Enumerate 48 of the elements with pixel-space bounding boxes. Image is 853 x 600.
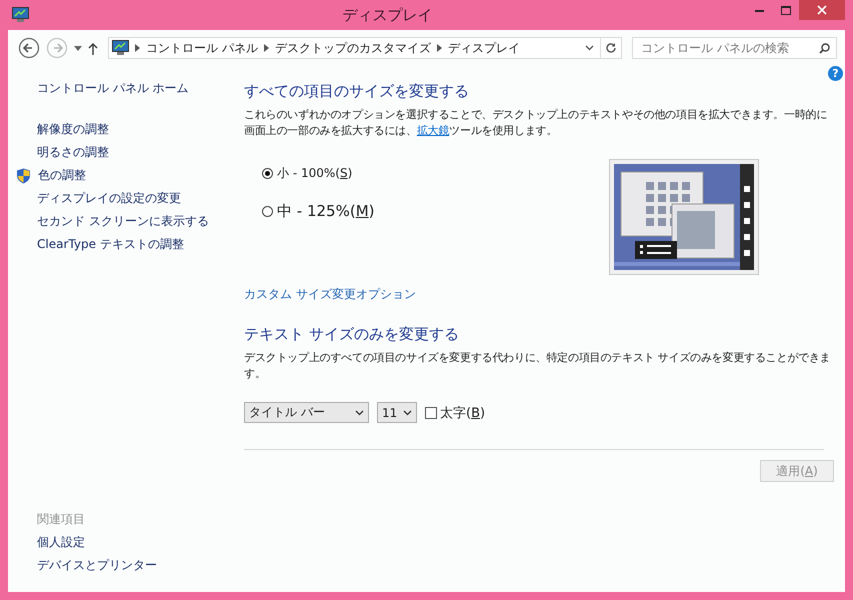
close-icon — [817, 5, 827, 15]
maximize-icon — [780, 6, 790, 14]
address-bar[interactable]: コントロール パネル デスクトップのカスタマイズ ディスプレイ — [108, 37, 622, 59]
custom-size-link[interactable]: カスタム サイズ変更オプション — [244, 286, 416, 303]
radio-button[interactable] — [262, 206, 273, 217]
minimize-icon — [754, 8, 764, 12]
sidebar-link[interactable]: 明るさの調整 — [21, 144, 236, 161]
sidebar-link[interactable]: 解像度の調整 — [21, 121, 236, 138]
radio-button[interactable] — [262, 168, 273, 179]
sidebar-link[interactable]: ディスプレイの設定の変更 — [21, 190, 236, 207]
app-icon — [12, 7, 29, 23]
search-icon[interactable] — [819, 42, 830, 54]
section-description: デスクトップ上のすべての項目のサイズを変更する代わりに、特定の項目のテキスト サイズのみを変更することができます。 — [244, 350, 832, 382]
window-title: ディスプレイ — [342, 6, 434, 24]
chevron-icon — [264, 44, 269, 52]
sidebar-link[interactable]: デバイスとプリンター — [21, 557, 236, 574]
search-field[interactable]: コントロール パネルの検索 — [632, 37, 837, 59]
caret-icon — [403, 410, 412, 416]
recent-pages-caret-icon[interactable] — [74, 46, 82, 50]
sidebar-link[interactable]: 個人設定 — [21, 534, 236, 551]
bold-checkbox[interactable] — [425, 406, 437, 418]
close-button[interactable] — [799, 0, 845, 20]
see-also-heading: 関連項目 — [36, 511, 86, 528]
breadcrumb-item[interactable]: コントロール パネル — [146, 40, 258, 56]
sidebar-link[interactable]: セカンド スクリーンに表示する — [21, 213, 236, 230]
radio-label: 中 - 125%(M) — [277, 202, 374, 221]
chevron-icon — [135, 44, 140, 52]
radio-label: 小 - 100%(S) — [277, 165, 352, 182]
size-dropdown[interactable]: 11 — [377, 402, 417, 423]
back-button[interactable] — [18, 37, 40, 59]
section-heading: テキスト サイズのみを変更する — [244, 325, 460, 344]
shield-icon — [16, 168, 31, 184]
section-description: これらのいずれかのオプションを選択することで、デスクトップ上のテキストやその他の項目を拡大できます。一時的に画面上の一部のみを拡大するには、拡大鏡ツールを使用します。 — [244, 107, 828, 139]
history-caret-icon[interactable] — [585, 45, 594, 51]
sidebar-link[interactable]: コントロール パネル ホーム — [21, 80, 236, 97]
section-heading: すべての項目のサイズを変更する — [244, 82, 470, 101]
sidebar-link[interactable]: 色の調整 — [32, 167, 86, 184]
help-button[interactable]: ? — [828, 66, 843, 81]
caret-icon — [355, 410, 364, 416]
checkbox-label: 太字(B) — [440, 404, 486, 422]
item-dropdown[interactable]: タイトル バー — [244, 402, 369, 423]
sidebar-link[interactable]: ClearType テキストの調整 — [21, 236, 236, 253]
chevron-icon — [436, 44, 442, 52]
breadcrumb-item[interactable]: ディスプレイ — [448, 40, 520, 56]
up-arrow-icon[interactable] — [88, 42, 98, 54]
breadcrumb-item[interactable]: デスクトップのカスタマイズ — [274, 40, 431, 56]
monitor-icon — [112, 40, 129, 56]
magnifier-link[interactable]: 拡大鏡 — [416, 124, 450, 137]
